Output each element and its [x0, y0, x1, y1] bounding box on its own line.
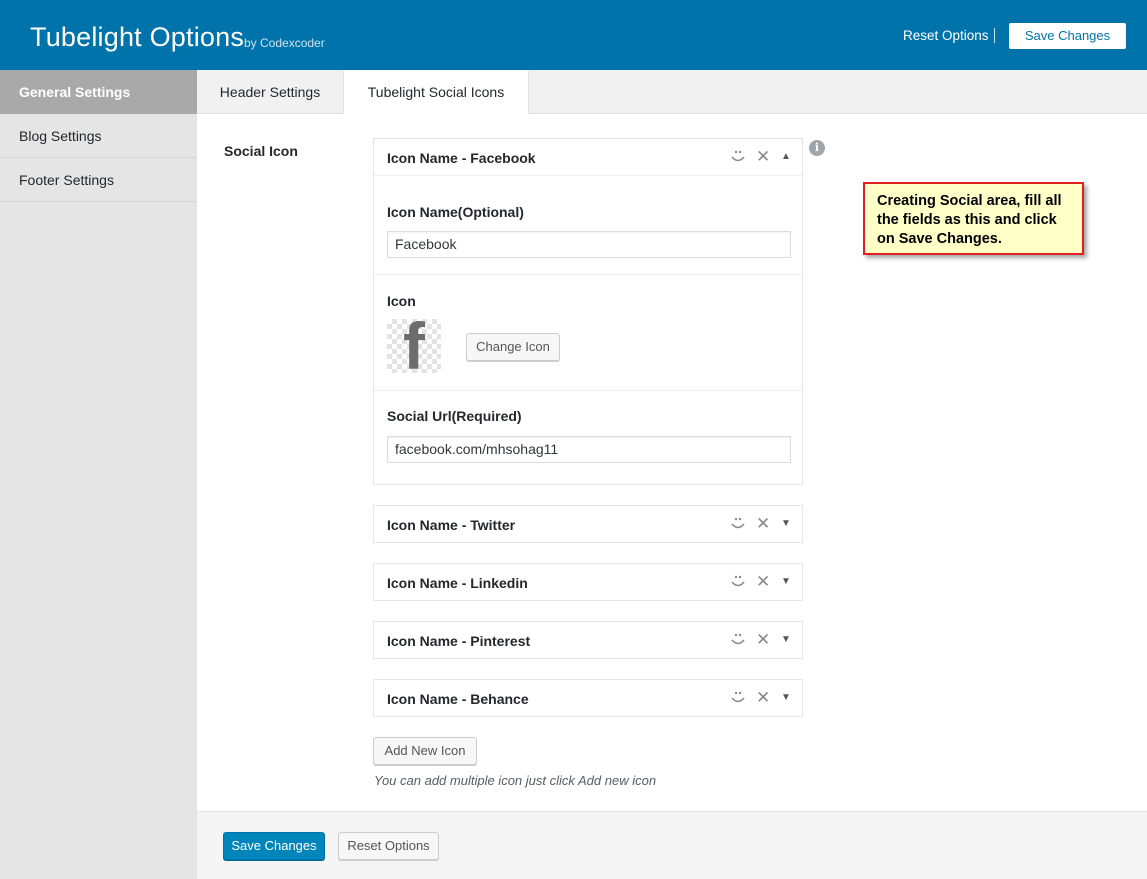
drag-handle-icon[interactable] — [729, 689, 747, 707]
add-icon-hint: You can add multiple icon just click Add… — [374, 773, 657, 788]
options-header: Tubelight Options by Codexcoder Reset Op… — [0, 0, 1147, 70]
social-item-title: Icon Name - Facebook — [387, 150, 536, 166]
annotation-callout: Creating Social area, fill all the field… — [863, 182, 1084, 255]
social-item-header[interactable]: Icon Name - Facebook ✕ ▲ — [374, 139, 802, 176]
drag-handle-icon[interactable] — [729, 631, 747, 649]
social-item-title: Icon Name - Twitter — [387, 517, 516, 533]
social-item-body: Icon Name(Optional) Facebook Icon f Chan… — [374, 176, 802, 485]
header-reset-options-link[interactable]: Reset Options — [903, 28, 989, 43]
social-item-linkedin: Icon Name - Linkedin ✕ ▼ — [373, 563, 803, 601]
expand-arrow-icon[interactable]: ▼ — [781, 518, 791, 529]
footer-reset-options-button[interactable]: Reset Options — [338, 832, 439, 860]
social-url-row: Social Url(Required) facebook.com/mhsoha… — [374, 391, 802, 485]
social-icon-label: Social Icon — [224, 143, 298, 159]
icon-row: Icon f Change Icon — [374, 275, 802, 391]
social-url-input[interactable]: facebook.com/mhsohag11 — [387, 436, 791, 463]
sidebar-item-blog-settings[interactable]: Blog Settings — [0, 114, 197, 158]
social-item-header[interactable]: Icon Name - Behance ✕ ▼ — [374, 680, 802, 717]
social-item-title: Icon Name - Linkedin — [387, 575, 528, 591]
social-item-pinterest: Icon Name - Pinterest ✕ ▼ — [373, 621, 803, 659]
page-byline: by Codexcoder — [244, 36, 325, 50]
sidebar-item-footer-settings[interactable]: Footer Settings — [0, 158, 197, 202]
header-save-changes-button[interactable]: Save Changes — [1009, 23, 1126, 49]
icon-label: Icon — [387, 293, 416, 309]
remove-item-icon[interactable]: ✕ — [756, 688, 770, 708]
remove-item-icon[interactable]: ✕ — [756, 514, 770, 534]
drag-handle-icon[interactable] — [729, 148, 747, 166]
remove-item-icon[interactable]: ✕ — [756, 147, 770, 167]
collapse-arrow-icon[interactable]: ▲ — [781, 151, 791, 162]
social-item-twitter: Icon Name - Twitter ✕ ▼ — [373, 505, 803, 543]
expand-arrow-icon[interactable]: ▼ — [781, 692, 791, 703]
settings-tabs: Header Settings Tubelight Social Icons — [197, 70, 1147, 115]
social-item-behance: Icon Name - Behance ✕ ▼ — [373, 679, 803, 717]
facebook-icon: f — [403, 309, 425, 383]
social-item-title: Icon Name - Behance — [387, 691, 529, 707]
tab-tubelight-social-icons[interactable]: Tubelight Social Icons — [343, 70, 529, 115]
social-item-facebook: Icon Name - Facebook ✕ ▲ Icon Name(Optio… — [373, 138, 803, 485]
social-item-header[interactable]: Icon Name - Pinterest ✕ ▼ — [374, 622, 802, 659]
icon-name-row: Icon Name(Optional) Facebook — [374, 176, 802, 275]
drag-handle-icon[interactable] — [729, 515, 747, 533]
sidebar-item-general-settings[interactable]: General Settings — [0, 70, 197, 114]
settings-sidebar: General Settings Blog Settings Footer Se… — [0, 70, 197, 879]
remove-item-icon[interactable]: ✕ — [756, 572, 770, 592]
footer-save-changes-button[interactable]: Save Changes — [223, 832, 325, 860]
header-divider — [994, 28, 995, 43]
icon-name-input[interactable]: Facebook — [387, 231, 791, 258]
tab-header-settings[interactable]: Header Settings — [197, 70, 343, 114]
info-icon[interactable]: i — [809, 140, 825, 156]
remove-item-icon[interactable]: ✕ — [756, 630, 770, 650]
social-url-label: Social Url(Required) — [387, 408, 522, 424]
expand-arrow-icon[interactable]: ▼ — [781, 634, 791, 645]
social-item-header[interactable]: Icon Name - Twitter ✕ ▼ — [374, 506, 802, 543]
expand-arrow-icon[interactable]: ▼ — [781, 576, 791, 587]
add-new-icon-button[interactable]: Add New Icon — [373, 737, 477, 765]
drag-handle-icon[interactable] — [729, 573, 747, 591]
icon-name-label: Icon Name(Optional) — [387, 204, 524, 220]
change-icon-button[interactable]: Change Icon — [466, 333, 560, 361]
social-item-header[interactable]: Icon Name - Linkedin ✕ ▼ — [374, 564, 802, 601]
social-item-title: Icon Name - Pinterest — [387, 633, 531, 649]
page-title: Tubelight Options — [30, 22, 245, 52]
